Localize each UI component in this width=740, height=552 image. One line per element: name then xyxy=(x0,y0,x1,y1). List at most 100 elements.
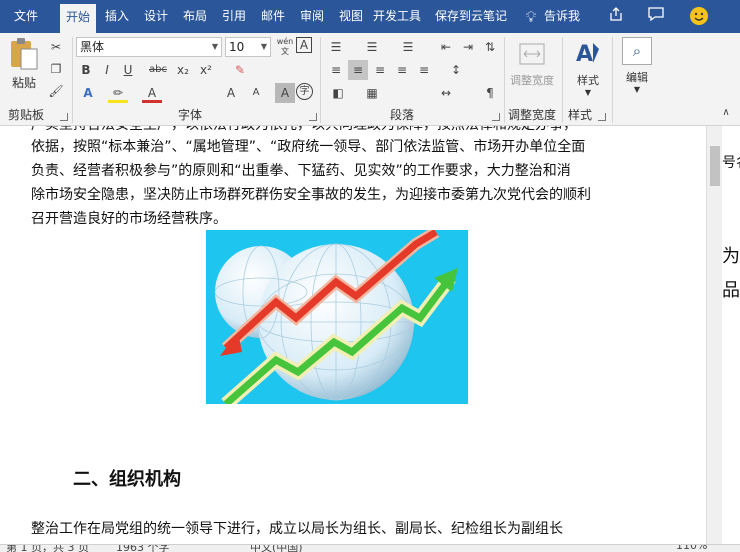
document-page[interactable]: 严实坚持合法安全生产，以依法行政为依托，以共同理政为保障，按照法律和规定办事， … xyxy=(0,126,706,544)
sort-icon[interactable]: ⇅ xyxy=(480,37,500,57)
clipboard-group-label: 剪贴板 xyxy=(7,108,44,122)
status-bar: 第 1 页，共 3 页 1963 个字 中文(中国) 110% xyxy=(0,544,740,552)
adjust-width-button[interactable]: 调整宽度 xyxy=(506,39,558,88)
page-count[interactable]: 第 1 页，共 3 页 xyxy=(6,545,89,552)
chevron-down-icon: ▼ xyxy=(211,42,218,51)
line-spacing-icon[interactable]: ↕ xyxy=(446,60,466,80)
bullets-icon[interactable]: ☰ xyxy=(326,37,346,57)
strikethrough-button[interactable]: abc xyxy=(146,60,170,80)
lightbulb-icon[interactable]: 💡︎ xyxy=(520,6,542,28)
chevron-down-icon: ▼ xyxy=(633,85,641,94)
paste-label: 粘贴 xyxy=(11,76,36,90)
feedback-smiley-icon[interactable] xyxy=(688,6,710,28)
shrink-font-button[interactable]: A xyxy=(246,83,266,103)
align-right-icon[interactable]: ≡ xyxy=(370,60,390,80)
bg-fragment-2: 为 xyxy=(722,246,740,267)
document-area: 严实坚持合法安全生产，以依法行政为依托，以共同理政为保障，按照法律和规定办事， … xyxy=(0,126,740,544)
copy-icon[interactable]: ❐ xyxy=(46,59,66,79)
phonetic-guide-icon[interactable]: wén 文 xyxy=(275,37,295,57)
font-name-combo[interactable]: 黑体 ▼ xyxy=(76,37,222,57)
share-icon[interactable] xyxy=(605,6,627,28)
tab-4[interactable]: 布局 xyxy=(177,0,213,33)
chinese-layout-icon[interactable]: ↔ xyxy=(436,83,456,103)
font-size-combo[interactable]: 10 ▼ xyxy=(225,37,271,57)
bold-button[interactable]: B xyxy=(76,60,96,80)
separator xyxy=(562,37,563,123)
edit-button[interactable]: ⌕ 编辑 ▼ xyxy=(618,37,656,94)
chevron-down-icon: ▼ xyxy=(260,42,267,51)
superscript-button[interactable]: x² xyxy=(196,60,216,80)
cut-icon[interactable]: ✂ xyxy=(46,37,66,57)
align-left-icon[interactable]: ≡ xyxy=(326,60,346,80)
word-count[interactable]: 1963 个字 xyxy=(116,545,170,552)
styles-button[interactable]: A 样式 ▼ xyxy=(568,39,608,97)
borders-icon[interactable]: ▦ xyxy=(362,83,382,103)
text-effects-icon[interactable]: A xyxy=(78,83,98,103)
format-painter-icon[interactable]: 🖌︎ xyxy=(46,81,66,101)
paragraph-group-label: 段落 xyxy=(389,108,414,122)
paste-button[interactable]: 粘贴 xyxy=(6,37,42,93)
increase-indent-icon[interactable]: ⇥ xyxy=(458,37,478,57)
styles-icon: A xyxy=(576,42,599,67)
clear-format-icon[interactable]: ✎ xyxy=(230,60,250,80)
show-marks-icon[interactable]: ¶ xyxy=(480,83,500,103)
grow-font-button[interactable]: A xyxy=(221,83,241,103)
scroll-thumb[interactable] xyxy=(710,146,720,186)
justify-icon[interactable]: ≡ xyxy=(392,60,412,80)
underline-button[interactable]: U xyxy=(118,60,138,80)
tab-7[interactable]: 审阅 xyxy=(294,0,330,33)
styles-btn-label: 样式 xyxy=(577,74,599,87)
font-color-button[interactable]: A xyxy=(142,83,162,103)
styles-group-label: 样式 xyxy=(567,108,592,122)
body-line-4: 召开营造良好的市场经营秩序。 xyxy=(31,211,227,227)
body-line-1: 依据，按照“标本兼治”、“属地管理”、“政府统一领导、部门依法监管、市场开办单位… xyxy=(31,139,586,155)
partial-bottom-line: 整治工作在局党组的统一领导下进行，成立以局长为组长、副局长、纪检组长为副组长 xyxy=(31,521,563,537)
highlight-icon[interactable]: ✏ xyxy=(108,83,128,103)
subscript-button[interactable]: x₂ xyxy=(173,60,193,80)
background-window: 号名 为 品组 xyxy=(722,126,740,544)
growth-arrows-image[interactable] xyxy=(206,230,468,404)
body-line-3: 除市场安全隐患，坚决防止市场群死群伤安全事故的发生，为迎接市委第九次党代会的顺利 xyxy=(31,187,591,203)
enclose-char-button[interactable]: 字 xyxy=(296,83,313,100)
multilevel-list-icon[interactable]: ☰ xyxy=(398,37,418,57)
bg-fragment-3: 品组 xyxy=(722,280,740,301)
separator xyxy=(612,37,613,123)
clipboard-launcher[interactable] xyxy=(60,113,68,121)
styles-launcher[interactable] xyxy=(598,113,606,121)
char-border-icon[interactable]: A xyxy=(296,37,312,53)
chevron-down-icon: ▼ xyxy=(584,88,592,97)
section-heading: 二、组织机构 xyxy=(73,469,181,490)
comment-icon[interactable] xyxy=(645,6,667,28)
tab-8[interactable]: 视图 xyxy=(333,0,369,33)
numbering-icon[interactable]: ☰ xyxy=(362,37,382,57)
adjust-width-group-label: 调整宽度 xyxy=(507,108,556,122)
paragraph-launcher[interactable] xyxy=(492,113,500,121)
ribbon: 粘贴 ✂ ❐ 🖌︎ 剪贴板 黑体 ▼ 10 ▼ wén 文 A B I U abc… xyxy=(0,33,740,126)
language-indicator[interactable]: 中文(中国) xyxy=(250,545,303,552)
tab-3[interactable]: 设计 xyxy=(138,0,174,33)
font-group-label: 字体 xyxy=(177,108,202,122)
tab-1[interactable]: 开始 xyxy=(60,4,96,33)
separator xyxy=(72,37,73,123)
tab-5[interactable]: 引用 xyxy=(216,0,252,33)
tab-2[interactable]: 插入 xyxy=(99,0,135,33)
adjust-width-btn-label: 调整宽度 xyxy=(510,74,554,87)
align-center-icon[interactable]: ≡ xyxy=(348,60,368,80)
zoom-level[interactable]: 110% xyxy=(676,545,707,552)
italic-button[interactable]: I xyxy=(97,60,117,80)
tab-6[interactable]: 邮件 xyxy=(255,0,291,33)
font-launcher[interactable] xyxy=(309,113,317,121)
decrease-indent-icon[interactable]: ⇤ xyxy=(436,37,456,57)
char-shading-button[interactable]: A xyxy=(275,83,295,103)
edit-btn-label: 编辑 xyxy=(626,71,648,84)
collapse-ribbon-icon[interactable]: ∧ xyxy=(716,103,736,123)
tell-me-search[interactable]: 告诉我 xyxy=(540,0,584,33)
tab-0[interactable]: 文件 xyxy=(0,0,52,33)
distributed-icon[interactable]: ≡ xyxy=(414,60,434,80)
tab-9[interactable]: 开发工具 xyxy=(368,0,426,33)
search-icon: ⌕ xyxy=(622,37,652,65)
vertical-scrollbar[interactable] xyxy=(706,126,722,544)
shading-icon[interactable]: ◧ xyxy=(328,83,348,103)
tab-10[interactable]: 保存到云笔记 xyxy=(430,0,512,33)
phonetic-guide-text: wén xyxy=(276,37,294,46)
